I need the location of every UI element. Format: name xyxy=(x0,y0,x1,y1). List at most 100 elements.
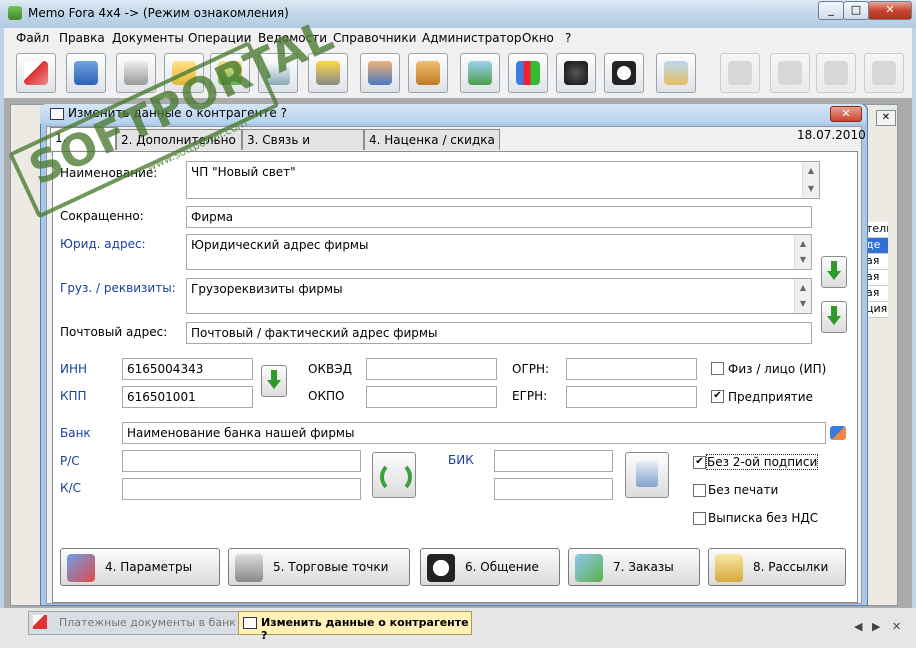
binoculars-icon[interactable] xyxy=(556,53,596,93)
bank-label[interactable]: Банк xyxy=(60,426,91,440)
background-cell: ая т xyxy=(866,286,888,302)
menu-documents[interactable]: Документы xyxy=(112,31,184,45)
enterprise-checkbox-label: Предприятие xyxy=(728,390,813,404)
card-icon[interactable] xyxy=(66,53,106,93)
bik-label: БИК xyxy=(448,453,474,467)
refresh-button[interactable] xyxy=(372,452,416,498)
tool-4-icon[interactable] xyxy=(864,53,904,93)
mailings-button-label: 8. Рассылки xyxy=(753,560,829,574)
tool-2-icon[interactable] xyxy=(770,53,810,93)
rs-field[interactable] xyxy=(122,450,361,472)
copy-down-button[interactable] xyxy=(261,365,287,397)
communication-button[interactable]: 6. Общение xyxy=(420,548,560,586)
parameters-button[interactable]: 4. Параметры xyxy=(60,548,220,586)
ks-label: К/С xyxy=(60,481,81,495)
window-tab-edit-contractor-label: Изменить данные о контрагенте ? xyxy=(261,616,469,642)
cargo-details-label[interactable]: Груз. / реквизиты: xyxy=(60,281,176,295)
mailings-button[interactable]: 8. Рассылки xyxy=(708,548,846,586)
okpo-field[interactable] xyxy=(366,386,497,408)
bank-directory-button[interactable] xyxy=(625,452,669,498)
window-title: Memo Fora 4x4 -> (Режим ознакомления) xyxy=(28,6,289,20)
postal-address-field[interactable]: Почтовый / фактический адрес фирмы xyxy=(186,322,812,344)
no-stamp-label: Без печати xyxy=(708,483,779,497)
individual-checkbox[interactable] xyxy=(711,362,724,375)
chart-icon[interactable] xyxy=(508,53,548,93)
cabinet-icon xyxy=(636,461,658,487)
legal-address-label[interactable]: Юрид. адрес: xyxy=(60,237,146,251)
bank-field[interactable]: Наименование банка нашей фирмы xyxy=(122,422,826,444)
short-name-field[interactable]: Фирма xyxy=(186,206,812,228)
menu-window[interactable]: Окно xyxy=(522,31,554,45)
okved-field[interactable] xyxy=(366,358,497,380)
arrow-down-icon xyxy=(267,370,281,390)
scrollbar[interactable]: ▲ ▼ xyxy=(794,279,811,313)
menu-help[interactable]: ? xyxy=(565,31,571,45)
bik-field[interactable] xyxy=(494,450,613,472)
arrow-down-icon xyxy=(827,261,841,281)
tabs-next-icon[interactable]: ▶ xyxy=(872,620,880,633)
orders-button[interactable]: 7. Заказы xyxy=(568,548,700,586)
no-second-signature-label: Без 2-ой подписи xyxy=(705,454,819,470)
orders-icon xyxy=(575,554,603,582)
no-second-signature-checkbox[interactable]: ✔ xyxy=(693,456,706,469)
refresh-icon xyxy=(380,461,412,493)
legal-address-value: Юридический адрес фирмы xyxy=(191,238,369,252)
kpp-field[interactable]: 616501001 xyxy=(122,386,253,408)
tab-markup-discount[interactable]: 4. Наценка / скидка xyxy=(364,129,500,150)
menu-file[interactable]: Файл xyxy=(16,31,49,45)
background-cell: де xyxy=(866,238,888,254)
inn-label: ИНН xyxy=(60,362,88,376)
window-tab-edit-contractor[interactable]: Изменить данные о контрагенте ? xyxy=(238,611,472,642)
edit-icon[interactable] xyxy=(16,53,56,93)
maximize-button[interactable]: □ xyxy=(843,1,869,20)
background-cell: ция xyxy=(866,302,888,318)
no-stamp-checkbox[interactable] xyxy=(693,484,706,497)
message-icon[interactable] xyxy=(656,53,696,93)
window-tab-payments[interactable]: Платежные документы в банк xyxy=(28,611,240,635)
tool-3-icon[interactable] xyxy=(816,53,856,93)
legal-address-field[interactable]: Юридический адрес фирмы ▲ ▼ xyxy=(186,234,812,270)
background-window-close-icon[interactable]: ✕ xyxy=(876,110,896,126)
arrow-down-icon xyxy=(827,306,841,326)
background-cell: тель xyxy=(866,222,888,238)
bank-edit-icon[interactable] xyxy=(830,426,846,440)
cargo-details-field[interactable]: Грузореквизиты фирмы ▲ ▼ xyxy=(186,278,812,314)
no-vat-checkbox[interactable] xyxy=(693,512,706,525)
users-icon[interactable] xyxy=(360,53,400,93)
tabs-prev-icon[interactable]: ◀ xyxy=(854,620,862,633)
inn-field[interactable]: 6165004343 xyxy=(122,358,253,380)
close-button[interactable]: ✕ xyxy=(868,1,912,20)
minimize-button[interactable]: _ xyxy=(818,1,844,20)
contact-card-icon[interactable] xyxy=(460,53,500,93)
ks-field[interactable] xyxy=(122,478,361,500)
enterprise-checkbox[interactable]: ✔ xyxy=(711,390,724,403)
menu-edit[interactable]: Правка xyxy=(59,31,105,45)
headset-icon[interactable] xyxy=(604,53,644,93)
no-vat-label: Выписка без НДС xyxy=(708,511,819,525)
window-icon xyxy=(243,617,257,629)
outlets-button[interactable]: 5. Торговые точки xyxy=(228,548,410,586)
copy-down-button[interactable] xyxy=(821,256,847,288)
copy-down-button[interactable] xyxy=(821,301,847,333)
orders-button-label: 7. Заказы xyxy=(613,560,674,574)
parameters-button-label: 4. Параметры xyxy=(105,560,193,574)
bik-extra-field[interactable] xyxy=(494,478,613,500)
scrollbar[interactable]: ▲ ▼ xyxy=(802,162,819,198)
ogrn-field[interactable] xyxy=(566,358,697,380)
box-icon[interactable] xyxy=(408,53,448,93)
dialog-close-button[interactable]: ✕ xyxy=(830,106,862,122)
menu-admin[interactable]: Администратор xyxy=(422,31,522,45)
rs-label: Р/С xyxy=(60,454,80,468)
headset-icon xyxy=(427,554,455,582)
name-field[interactable]: ЧП "Новый свет" ▲ ▼ xyxy=(186,161,820,199)
tool-1-icon[interactable] xyxy=(720,53,760,93)
parameters-icon xyxy=(67,554,95,582)
egrn-field[interactable] xyxy=(566,386,697,408)
cargo-details-value: Грузореквизиты фирмы xyxy=(191,282,343,296)
scrollbar[interactable]: ▲ ▼ xyxy=(794,235,811,269)
menu-references[interactable]: Справочники xyxy=(333,31,416,45)
menu-bar: Файл Правка Документы Операции Ведомости… xyxy=(4,28,912,48)
tabs-close-icon[interactable]: ✕ xyxy=(892,620,901,633)
background-cell: ая т xyxy=(866,254,888,270)
egrn-label: ЕГРН: xyxy=(512,389,548,403)
